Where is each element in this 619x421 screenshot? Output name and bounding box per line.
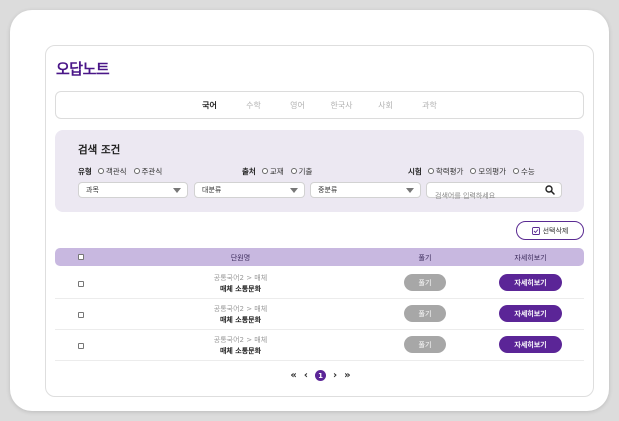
radio-circle-icon	[97, 168, 104, 174]
tab-science[interactable]: 과학	[408, 100, 452, 111]
radio-label: 교재	[269, 166, 284, 176]
filter-source-label: 출처	[242, 166, 256, 176]
row-unit-path: 공통국어2 > 매체	[213, 336, 268, 344]
radio-circle-icon	[470, 168, 477, 174]
search-box	[426, 182, 562, 203]
current-page[interactable]: 1	[315, 370, 326, 381]
radio-label: 주관식	[141, 166, 163, 176]
radio-label: 객관식	[105, 166, 127, 176]
pagination: « ‹ 1 › »	[46, 370, 595, 381]
filter-type: 유형 객관식 주관식	[78, 165, 169, 177]
table-row: 공통국어2 > 매체 매체 소통문화 풀기 자세히보기	[55, 299, 584, 330]
tab-korean-history[interactable]: 한국사	[320, 100, 364, 111]
major-category-select[interactable]: 대분류	[194, 182, 305, 198]
solve-button[interactable]: 풀기	[404, 305, 446, 322]
filter-type-label: 유형	[78, 166, 92, 176]
main-card: 오답노트 국어 수학 영어 한국사 사회 과학 검색 조건 유형 객관식 주관식…	[45, 45, 594, 397]
header-unit: 단원명	[230, 254, 251, 262]
filter-exam: 시험 학력평가 모의평가 수능	[408, 165, 542, 177]
radio-textbook[interactable]: 교재	[261, 166, 284, 177]
radio-circle-icon	[427, 168, 434, 174]
radio-circle-icon	[513, 168, 520, 174]
radio-multiple-choice[interactable]: 객관식	[97, 166, 127, 177]
filter-source: 출처 교재 기출	[242, 165, 319, 177]
row-unit-path: 공통국어2 > 매체	[213, 274, 268, 282]
radio-past-exam[interactable]: 기출	[290, 166, 313, 177]
solve-button[interactable]: 풀기	[404, 274, 446, 291]
chevron-down-icon	[290, 188, 298, 193]
search-input[interactable]	[427, 189, 537, 203]
chevron-down-icon	[173, 188, 181, 193]
radio-label: 학력평가	[435, 166, 464, 176]
detail-button[interactable]: 자세히보기	[499, 274, 562, 291]
first-page-icon[interactable]: «	[290, 370, 296, 381]
checkbox-icon	[531, 226, 540, 235]
radio-label: 수능	[521, 166, 535, 176]
solve-button[interactable]: 풀기	[404, 336, 446, 353]
radio-circle-icon	[261, 168, 268, 174]
header-detail: 자세히보기	[514, 254, 547, 262]
table-row: 공통국어2 > 매체 매체 소통문화 풀기 자세히보기	[55, 268, 584, 299]
row-unit-path: 공통국어2 > 매체	[213, 305, 268, 313]
tab-korean[interactable]: 국어	[188, 100, 232, 111]
search-panel: 검색 조건 유형 객관식 주관식 출처 교재 기출 시험 학력평가 모의평가 수…	[55, 130, 584, 212]
radio-circle-icon	[133, 168, 140, 174]
table-row: 공통국어2 > 매체 매체 소통문화 풀기 자세히보기	[55, 330, 584, 361]
select-value: 중분류	[318, 186, 338, 194]
tab-social[interactable]: 사회	[364, 100, 408, 111]
subject-select[interactable]: 과목	[78, 182, 188, 198]
minor-category-select[interactable]: 중분류	[310, 182, 421, 198]
filter-exam-label: 시험	[408, 166, 422, 176]
row-unit-name: 매체 소통문화	[219, 347, 262, 355]
radio-label: 기출	[298, 166, 313, 176]
next-page-icon[interactable]: ›	[333, 370, 337, 381]
outer-frame: 오답노트 국어 수학 영어 한국사 사회 과학 검색 조건 유형 객관식 주관식…	[10, 10, 609, 411]
detail-button[interactable]: 자세히보기	[499, 305, 562, 322]
delete-selected-label: 선택삭제	[542, 226, 569, 235]
search-icon[interactable]	[545, 185, 555, 195]
delete-selected-button[interactable]: 선택삭제	[516, 221, 584, 240]
radio-mock-exam[interactable]: 모의평가	[470, 166, 506, 177]
page-title: 오답노트	[56, 60, 110, 78]
search-title: 검색 조건	[78, 144, 121, 156]
row-unit-name: 매체 소통문화	[219, 316, 262, 324]
tab-math[interactable]: 수학	[232, 100, 276, 111]
radio-short-answer[interactable]: 주관식	[133, 166, 163, 177]
table-header: 단원명 풀기 자세히보기	[55, 248, 584, 266]
chevron-down-icon	[406, 188, 414, 193]
detail-button[interactable]: 자세히보기	[499, 336, 562, 353]
row-unit-name: 매체 소통문화	[219, 285, 262, 293]
tab-english[interactable]: 영어	[276, 100, 320, 111]
select-value: 과목	[86, 186, 99, 194]
select-value: 대분류	[202, 186, 222, 194]
radio-circle-icon	[290, 168, 297, 174]
subject-tabs: 국어 수학 영어 한국사 사회 과학	[55, 91, 584, 119]
radio-suneung[interactable]: 수능	[513, 166, 535, 177]
header-solve: 풀기	[418, 254, 432, 262]
radio-label: 모의평가	[478, 166, 507, 176]
prev-page-icon[interactable]: ‹	[304, 370, 308, 381]
radio-academic-assessment[interactable]: 학력평가	[427, 166, 464, 177]
last-page-icon[interactable]: »	[344, 370, 350, 381]
